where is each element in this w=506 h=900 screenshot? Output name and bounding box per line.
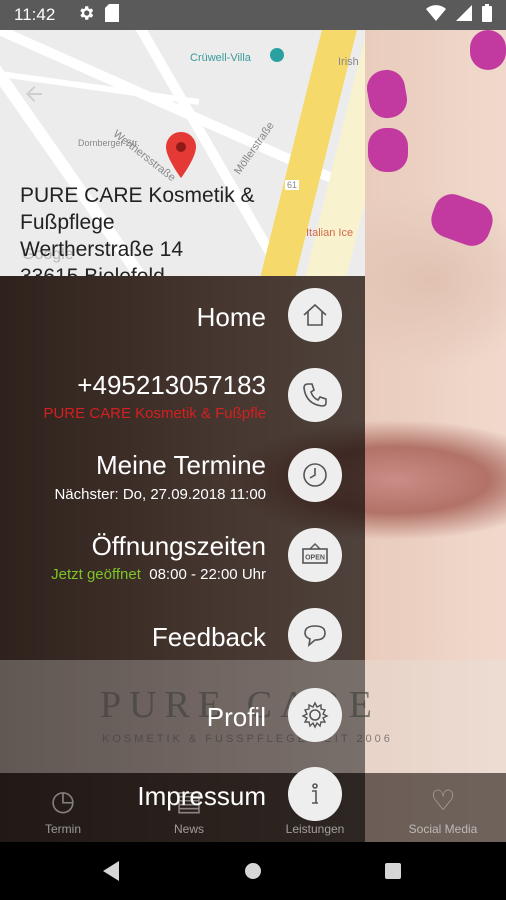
- call-button[interactable]: [288, 368, 342, 422]
- open-sign-text: OPEN: [305, 555, 325, 562]
- nav-label: News: [173, 822, 204, 836]
- menu-appointments-next: Nächster: Do, 27.09.2018 11:00: [54, 486, 266, 503]
- system-home-button[interactable]: [213, 842, 293, 900]
- address-line: Wertherstraße 14: [20, 238, 184, 261]
- map-label-dornberger: Dornberger Str.: [78, 138, 140, 148]
- gear-icon: [301, 701, 329, 729]
- home-circle-icon: [245, 863, 261, 879]
- menu-profile-label[interactable]: Profil: [207, 702, 266, 733]
- brand-subtitle: KOSMETIK & FUSSPFLEGE SEIT 2006: [102, 733, 393, 745]
- nail: [364, 67, 410, 121]
- menu-phone-label[interactable]: +495213057183: [77, 370, 266, 401]
- map-label-italian: Italian Ice: [306, 227, 354, 239]
- back-arrow-icon[interactable]: [22, 82, 46, 106]
- home-button[interactable]: [288, 288, 342, 342]
- museum-icon: [270, 48, 284, 62]
- nav-label: Termin: [44, 822, 81, 836]
- map-label-irish: Irish: [338, 56, 359, 68]
- address-line: 33615 Bielefeld: [20, 263, 255, 276]
- settings-icon: [77, 4, 95, 27]
- feedback-button[interactable]: [288, 608, 342, 662]
- menu-imprint-label[interactable]: Impressum: [137, 781, 266, 812]
- imprint-button[interactable]: [288, 767, 342, 821]
- phone-icon: [303, 383, 327, 407]
- nav-item-termin[interactable]: ◷ Termin: [0, 773, 126, 842]
- wifi-icon: [426, 4, 446, 26]
- status-time: 11:42: [14, 5, 56, 24]
- status-bar: 11:42: [0, 0, 506, 30]
- battery-icon: [482, 3, 492, 27]
- back-triangle-icon: [103, 861, 119, 881]
- open-sign-icon: OPEN: [302, 543, 328, 564]
- menu-appointments-label[interactable]: Meine Termine: [96, 450, 266, 481]
- nav-label: Leistungen: [285, 822, 345, 836]
- location-map[interactable]: Crüwell-Villa Irish Werthersstraße Dornb…: [0, 30, 365, 276]
- info-icon: [312, 783, 318, 804]
- appointments-button[interactable]: [288, 448, 342, 502]
- map-pin-icon: [166, 132, 196, 178]
- map-label-cruwell-villa: Crüwell-Villa: [190, 52, 251, 64]
- system-recents-button[interactable]: [353, 842, 433, 900]
- heart-icon: ♡: [430, 785, 456, 816]
- speech-bubble-icon: [304, 625, 326, 647]
- nail: [368, 128, 408, 172]
- nail: [470, 30, 506, 70]
- menu-hours-status-line: Jetzt geöffnet 08:00 - 22:00 Uhr: [51, 566, 266, 583]
- opening-hours-button[interactable]: OPEN: [288, 528, 342, 582]
- system-back-button[interactable]: [72, 842, 152, 900]
- nav-item-social-media[interactable]: ♡ Social Media: [380, 773, 506, 842]
- clock-icon: ◷: [50, 785, 76, 816]
- clock-icon: [303, 463, 327, 487]
- signal-icon: [456, 4, 472, 26]
- nail: [426, 189, 498, 251]
- menu-home-label[interactable]: Home: [197, 302, 266, 333]
- profile-button[interactable]: [288, 688, 342, 742]
- home-icon: [303, 303, 327, 326]
- nav-label: Social Media: [408, 822, 478, 836]
- menu-hours-label[interactable]: Öffnungszeiten: [92, 531, 266, 562]
- open-status: Jetzt geöffnet: [51, 566, 141, 583]
- sd-card-icon: [105, 3, 120, 27]
- menu-feedback-label[interactable]: Feedback: [152, 622, 266, 653]
- recents-square-icon: [385, 863, 401, 879]
- map-route-shield: 61: [285, 180, 300, 190]
- system-navigation-bar: [0, 842, 506, 900]
- address-line: PURE CARE Kosmetik &: [20, 184, 255, 207]
- menu-phone-sublabel: PURE CARE Kosmetik & Fußpfle: [43, 405, 266, 422]
- opening-times: 08:00 - 22:00 Uhr: [149, 566, 266, 583]
- address-line: Fußpflege: [20, 211, 115, 234]
- business-address: PURE CARE Kosmetik & Fußpflege Wertherst…: [20, 182, 255, 276]
